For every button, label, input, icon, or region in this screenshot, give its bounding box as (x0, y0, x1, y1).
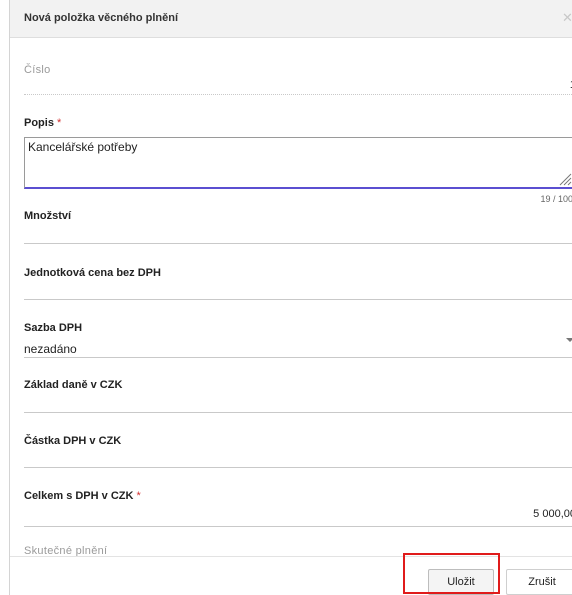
vat-rate-select[interactable]: nezadáno (24, 342, 77, 356)
popis-textarea[interactable]: Kancelářské potřeby (24, 137, 572, 189)
total-label: Celkem s DPH v CZK * (24, 490, 141, 502)
close-icon[interactable]: ✕ (562, 10, 572, 26)
dialog-title: Nová položka věcného plnění (24, 12, 179, 24)
tax-base-label: Základ daně v CZK (24, 379, 123, 391)
tax-base-input[interactable] (24, 412, 572, 413)
highlight-box (403, 553, 500, 594)
resize-handle-icon[interactable] (558, 172, 572, 186)
popis-label-text: Popis (24, 117, 54, 129)
cislo-label: Číslo (24, 64, 51, 76)
char-counter: 19 / 1000 (540, 194, 572, 204)
total-underline (24, 526, 572, 527)
unit-price-input[interactable] (24, 299, 572, 300)
new-item-dialog: Nová položka věcného plnění ✕ Číslo 1 Po… (9, 0, 572, 595)
mnozstvi-input[interactable] (24, 243, 572, 244)
cancel-button[interactable]: Zrušit (506, 569, 572, 595)
vat-rate-underline (24, 357, 572, 358)
chevron-down-icon[interactable] (565, 336, 572, 344)
vat-amount-label: Částka DPH v CZK (24, 435, 122, 447)
vat-amount-input[interactable] (24, 467, 572, 468)
dialog-header: Nová položka věcného plnění ✕ (10, 0, 572, 38)
required-marker: * (136, 490, 141, 502)
unit-price-label: Jednotková cena bez DPH (24, 267, 161, 279)
total-value[interactable]: 5 000,00 (533, 508, 572, 520)
required-marker: * (56, 117, 62, 129)
popis-label: Popis * (24, 117, 61, 129)
vat-rate-label: Sazba DPH (24, 322, 83, 334)
mnozstvi-label: Množství (24, 210, 72, 222)
total-label-text: Celkem s DPH v CZK (24, 490, 134, 502)
cislo-field (24, 94, 572, 95)
